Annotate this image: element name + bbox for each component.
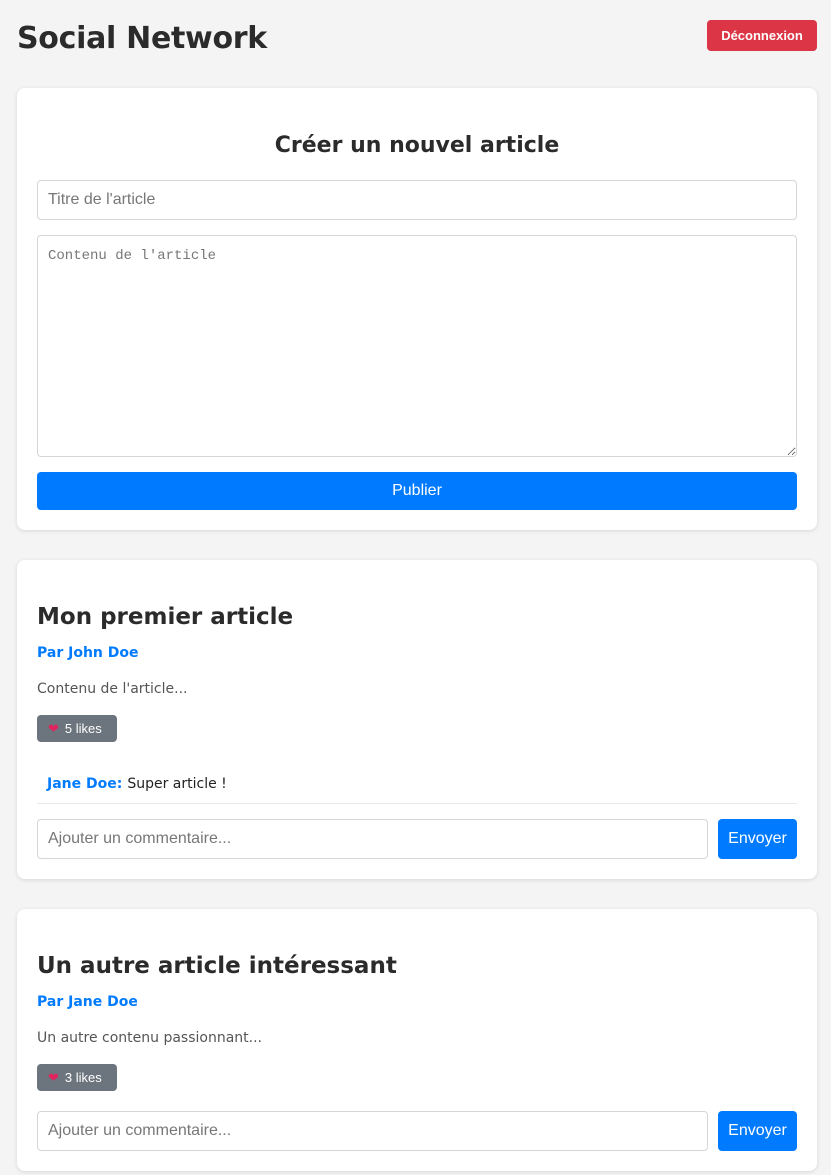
- create-article-heading: Créer un nouvel article: [274, 133, 560, 158]
- comment-author: Jane Doe:: [47, 776, 123, 792]
- article-title: Mon premier article: [37, 604, 294, 630]
- article-content: Contenu de l'article...: [37, 681, 188, 697]
- article-author: Par Jane Doe: [37, 994, 138, 1010]
- like-button[interactable]: ❤ 3 likes: [37, 1064, 117, 1091]
- likes-count: 3 likes: [64, 1070, 102, 1085]
- comment-text: Super article !: [127, 776, 227, 792]
- comment-input[interactable]: [37, 1111, 708, 1151]
- heart-icon: ❤: [48, 1070, 59, 1085]
- app-title: Social Network: [17, 20, 267, 56]
- article-content-textarea[interactable]: [37, 235, 797, 457]
- like-button[interactable]: ❤ 5 likes: [37, 715, 117, 742]
- create-article-card: Créer un nouvel article Publier: [17, 88, 817, 530]
- article-card: Un autre article intéressant Par Jane Do…: [17, 909, 817, 1171]
- comment-item: Jane Doe: Super article !: [37, 764, 797, 804]
- send-comment-button[interactable]: Envoyer: [718, 819, 797, 859]
- article-author: Par John Doe: [37, 645, 139, 661]
- likes-count: 5 likes: [64, 721, 102, 736]
- app-header: Social Network Déconnexion: [17, 18, 817, 58]
- comment-input[interactable]: [37, 819, 708, 859]
- send-comment-button[interactable]: Envoyer: [718, 1111, 797, 1151]
- logout-button[interactable]: Déconnexion: [707, 19, 817, 51]
- article-title-input[interactable]: [37, 180, 797, 220]
- heart-icon: ❤: [48, 721, 59, 736]
- article-title: Un autre article intéressant: [37, 953, 397, 979]
- publish-button[interactable]: Publier: [37, 472, 797, 510]
- article-card: Mon premier article Par John Doe Contenu…: [17, 560, 817, 879]
- article-content: Un autre contenu passionnant...: [37, 1030, 263, 1046]
